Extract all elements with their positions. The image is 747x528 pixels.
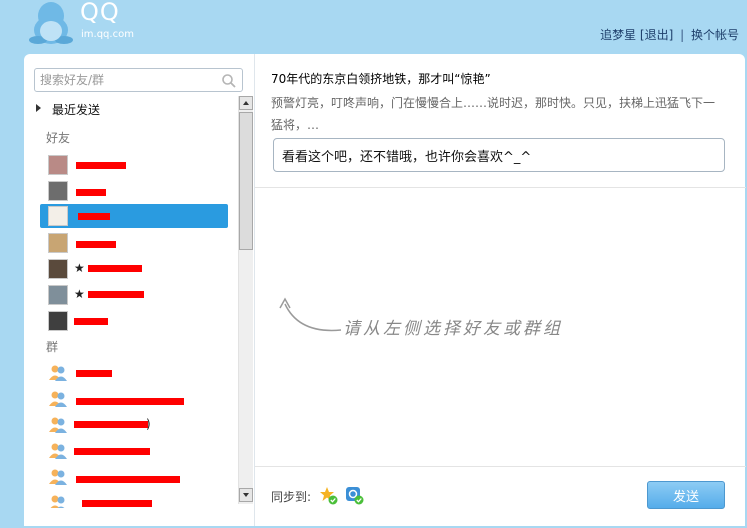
hint-text: 请从左侧选择好友或群组 bbox=[343, 319, 563, 339]
friend-item[interactable] bbox=[40, 231, 228, 255]
header: QQ im.qq.com 追梦星 [退出] | 换个帐号 bbox=[0, 0, 747, 54]
weibo-sync-icon[interactable] bbox=[345, 486, 365, 506]
redaction-mark bbox=[74, 421, 148, 428]
group-icon bbox=[49, 443, 67, 459]
contact-panel: 最近发送 好友 ★ ★ bbox=[24, 54, 255, 526]
friend-name: ★ bbox=[74, 261, 85, 275]
user-bar-separator: | bbox=[680, 28, 685, 42]
username: 追梦星 bbox=[600, 28, 637, 42]
redaction-mark bbox=[76, 189, 106, 196]
friend-item[interactable] bbox=[40, 179, 228, 203]
redaction-mark bbox=[88, 265, 142, 272]
group-item[interactable] bbox=[40, 491, 228, 508]
group-item[interactable] bbox=[40, 361, 228, 385]
recent-send-toggle[interactable]: 最近发送 bbox=[24, 98, 236, 120]
switch-account-link[interactable]: 换个帐号 bbox=[691, 26, 739, 43]
avatar bbox=[48, 181, 68, 201]
message-box bbox=[273, 138, 725, 172]
redaction-mark bbox=[74, 448, 150, 455]
search-box bbox=[34, 68, 243, 92]
group-icon bbox=[49, 417, 67, 433]
avatar bbox=[48, 259, 68, 279]
avatar bbox=[48, 285, 68, 305]
search-input[interactable] bbox=[40, 71, 216, 89]
scroll-thumb[interactable] bbox=[239, 112, 253, 250]
contact-list-scrollbar[interactable] bbox=[238, 96, 253, 504]
friend-name: ★ bbox=[74, 287, 85, 301]
share-description: 预警灯亮，叮咚声响，门在慢慢合上……说时迟，那时快。只见，扶梯上迅猛飞下一猛将，… bbox=[271, 96, 716, 132]
arrow-up-icon bbox=[243, 101, 249, 105]
group-item[interactable]: ) bbox=[40, 413, 228, 437]
redaction-mark bbox=[82, 500, 152, 507]
redaction-mark bbox=[76, 241, 116, 248]
penguin-icon bbox=[29, 2, 73, 44]
send-button[interactable]: 发送 bbox=[647, 481, 725, 509]
avatar bbox=[48, 155, 68, 175]
redaction-mark bbox=[76, 398, 184, 405]
sync-label: 同步到: bbox=[271, 490, 312, 504]
redaction-mark bbox=[76, 370, 112, 377]
redaction-mark bbox=[76, 162, 126, 169]
select-friend-hint: 请从左侧选择好友或群组 bbox=[277, 294, 617, 344]
friend-item[interactable]: ★ bbox=[40, 257, 228, 281]
group-item[interactable] bbox=[40, 465, 228, 489]
share-title: 70年代的东京白领挤地铁，那才叫“惊艳” bbox=[271, 72, 491, 86]
qzone-star-icon[interactable] bbox=[319, 486, 339, 506]
expand-arrow-icon bbox=[36, 104, 41, 112]
curved-arrow-icon bbox=[279, 297, 342, 332]
friend-item[interactable] bbox=[40, 153, 228, 177]
avatar bbox=[48, 233, 68, 253]
search-icon[interactable] bbox=[221, 73, 237, 89]
avatar bbox=[48, 311, 68, 331]
group-icon bbox=[50, 495, 65, 508]
redaction-mark bbox=[88, 291, 144, 298]
redaction-mark bbox=[78, 213, 110, 220]
divider bbox=[255, 466, 746, 467]
logo-subtitle: im.qq.com bbox=[81, 29, 134, 40]
logo-title: QQ bbox=[80, 0, 120, 26]
divider bbox=[255, 187, 746, 188]
qq-logo: QQ im.qq.com bbox=[26, 0, 176, 46]
friend-item-selected[interactable] bbox=[40, 204, 228, 228]
avatar bbox=[48, 206, 68, 226]
groups-heading: 群 bbox=[46, 340, 59, 354]
logout-link[interactable]: [退出] bbox=[640, 26, 673, 43]
scroll-up-button[interactable] bbox=[239, 96, 253, 110]
friends-heading: 好友 bbox=[46, 131, 71, 145]
friend-item[interactable]: ★ bbox=[40, 283, 228, 307]
group-icon bbox=[49, 391, 67, 407]
friend-item[interactable] bbox=[40, 309, 228, 333]
group-icon bbox=[49, 365, 67, 381]
arrow-down-icon bbox=[243, 493, 249, 497]
share-panel: 70年代的东京白领挤地铁，那才叫“惊艳” 预警灯亮，叮咚声响，门在慢慢合上……说… bbox=[254, 54, 746, 526]
message-input[interactable] bbox=[282, 145, 712, 165]
recent-send-label: 最近发送 bbox=[52, 103, 101, 117]
group-item[interactable] bbox=[40, 387, 228, 411]
group-item[interactable] bbox=[40, 439, 228, 463]
contact-list: 最近发送 好友 ★ ★ 群) bbox=[24, 98, 236, 508]
scroll-down-button[interactable] bbox=[239, 488, 253, 502]
group-icon bbox=[49, 469, 67, 485]
redaction-mark bbox=[76, 476, 180, 483]
user-bar: 追梦星 [退出] | 换个帐号 bbox=[600, 26, 739, 43]
redaction-mark bbox=[74, 318, 108, 325]
